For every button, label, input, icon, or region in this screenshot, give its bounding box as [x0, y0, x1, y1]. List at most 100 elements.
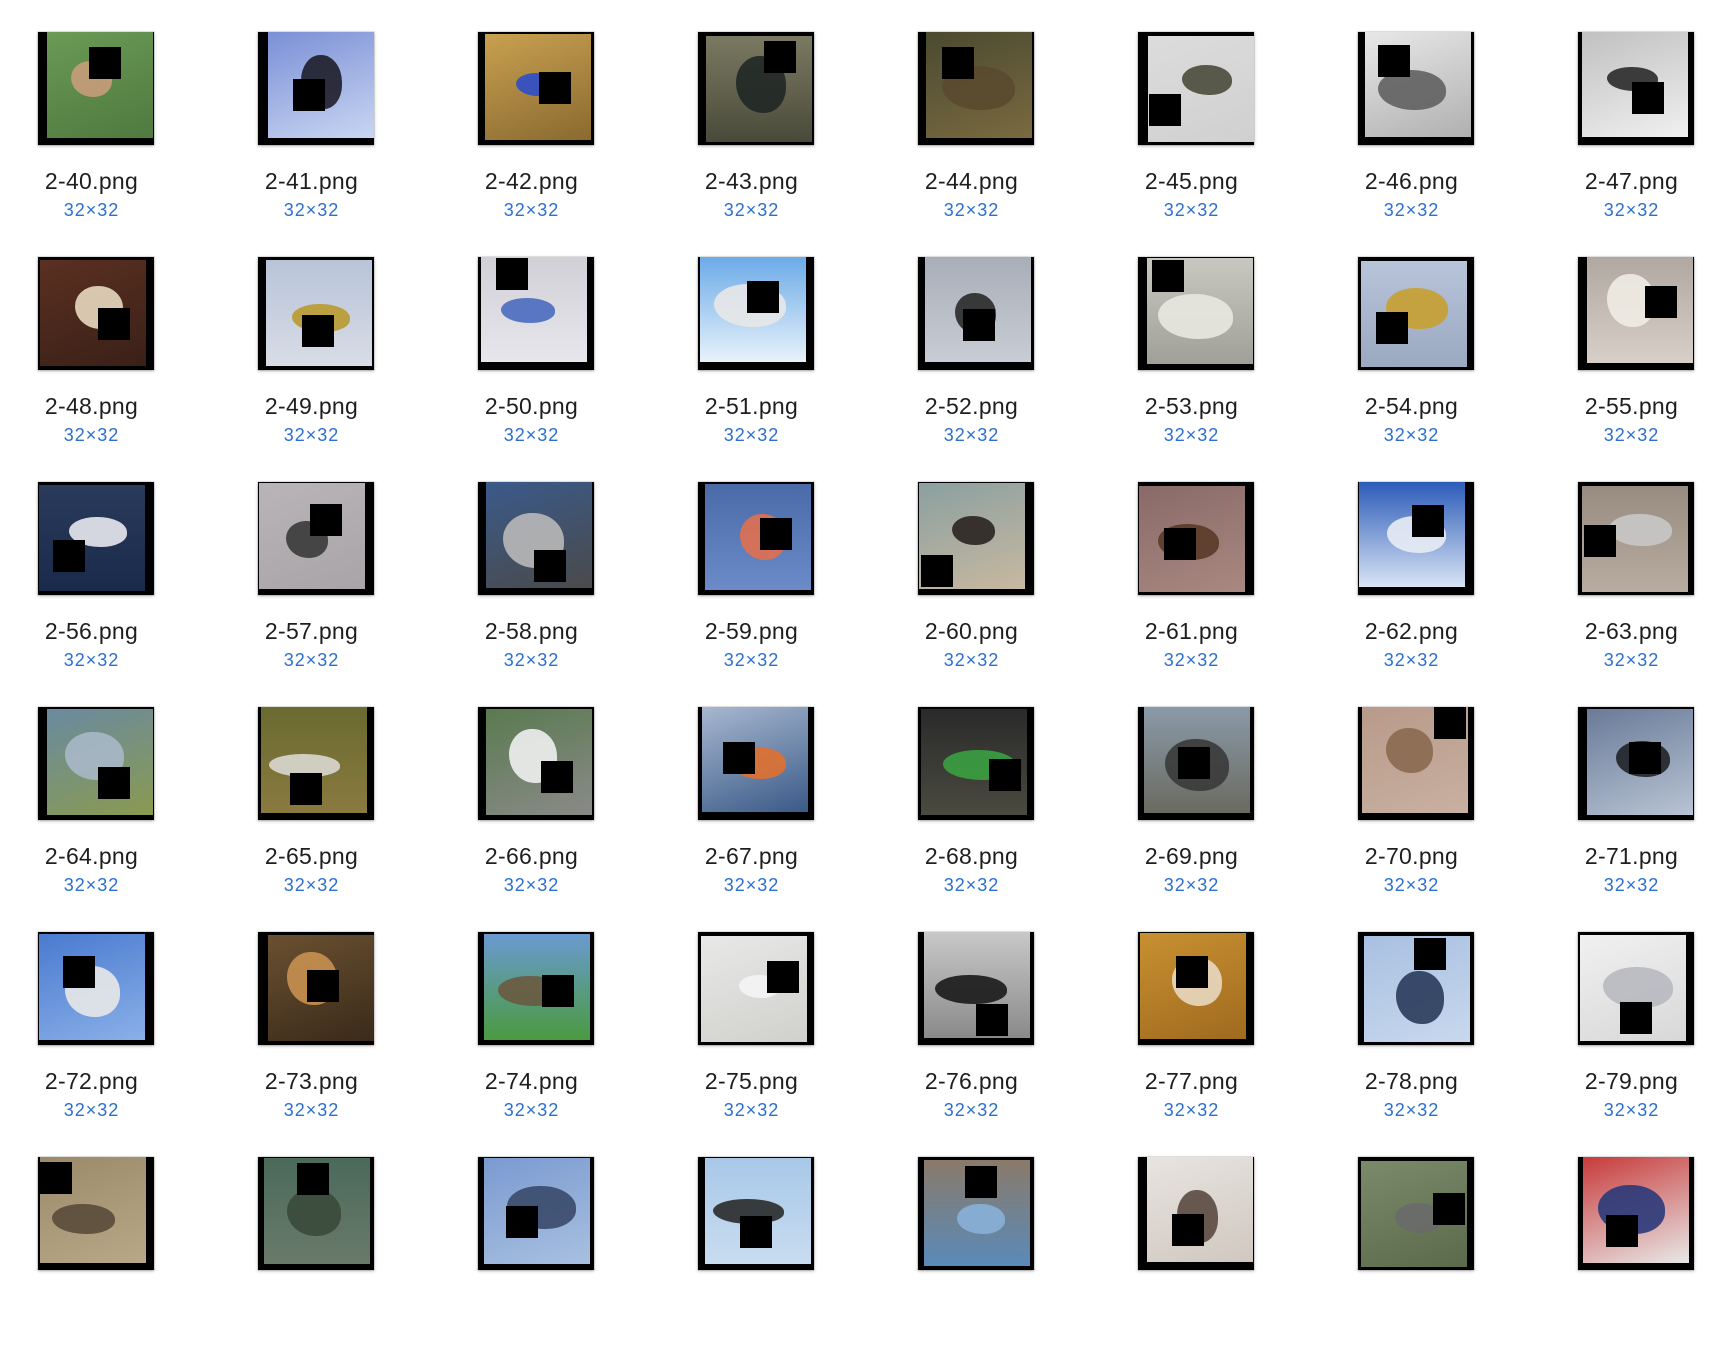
file-thumbnail[interactable]: [1138, 32, 1254, 145]
file-thumbnail[interactable]: [478, 932, 594, 1045]
file-thumbnail[interactable]: [698, 482, 814, 595]
file-item[interactable]: 2-70.png 32×32: [1320, 675, 1540, 900]
file-item[interactable]: [220, 1125, 440, 1350]
file-item[interactable]: 2-42.png 32×32: [440, 0, 660, 225]
file-name[interactable]: 2-47.png: [1540, 168, 1716, 195]
file-thumbnail[interactable]: [918, 707, 1034, 820]
file-item[interactable]: 2-49.png 32×32: [220, 225, 440, 450]
file-name[interactable]: 2-61.png: [1100, 618, 1283, 645]
file-thumbnail[interactable]: [918, 932, 1034, 1045]
file-item[interactable]: 2-79.png 32×32: [1540, 900, 1716, 1125]
file-item[interactable]: 2-75.png 32×32: [660, 900, 880, 1125]
file-item[interactable]: 2-68.png 32×32: [880, 675, 1100, 900]
file-thumbnail[interactable]: [478, 482, 594, 595]
file-name[interactable]: 2-70.png: [1320, 843, 1503, 870]
file-item[interactable]: 2-60.png 32×32: [880, 450, 1100, 675]
file-name[interactable]: 2-46.png: [1320, 168, 1503, 195]
file-thumbnail[interactable]: [1138, 482, 1254, 595]
file-item[interactable]: 2-63.png 32×32: [1540, 450, 1716, 675]
file-name[interactable]: 2-69.png: [1100, 843, 1283, 870]
file-item[interactable]: 2-57.png 32×32: [220, 450, 440, 675]
file-thumbnail[interactable]: [1578, 707, 1694, 820]
file-thumbnail[interactable]: [1138, 257, 1254, 370]
file-thumbnail[interactable]: [38, 1157, 154, 1270]
file-item[interactable]: 2-62.png 32×32: [1320, 450, 1540, 675]
file-name[interactable]: 2-52.png: [880, 393, 1063, 420]
file-name[interactable]: 2-53.png: [1100, 393, 1283, 420]
file-thumbnail[interactable]: [698, 707, 814, 820]
file-thumbnail[interactable]: [38, 257, 154, 370]
file-name[interactable]: 2-40.png: [0, 168, 183, 195]
file-item[interactable]: 2-72.png 32×32: [0, 900, 220, 1125]
file-thumbnail[interactable]: [258, 482, 374, 595]
file-item[interactable]: 2-65.png 32×32: [220, 675, 440, 900]
file-name[interactable]: 2-48.png: [0, 393, 183, 420]
file-name[interactable]: 2-78.png: [1320, 1068, 1503, 1095]
file-thumbnail[interactable]: [478, 1157, 594, 1270]
file-item[interactable]: 2-59.png 32×32: [660, 450, 880, 675]
file-thumbnail[interactable]: [1358, 932, 1474, 1045]
file-item[interactable]: [880, 1125, 1100, 1350]
file-name[interactable]: 2-62.png: [1320, 618, 1503, 645]
file-name[interactable]: 2-51.png: [660, 393, 843, 420]
file-item[interactable]: 2-44.png 32×32: [880, 0, 1100, 225]
file-item[interactable]: 2-41.png 32×32: [220, 0, 440, 225]
file-item[interactable]: 2-52.png 32×32: [880, 225, 1100, 450]
file-name[interactable]: 2-42.png: [440, 168, 623, 195]
file-name[interactable]: 2-59.png: [660, 618, 843, 645]
file-thumbnail[interactable]: [918, 32, 1034, 145]
file-thumbnail[interactable]: [1358, 1157, 1474, 1270]
file-name[interactable]: 2-54.png: [1320, 393, 1503, 420]
file-thumbnail[interactable]: [918, 1157, 1034, 1270]
file-name[interactable]: 2-71.png: [1540, 843, 1716, 870]
file-item[interactable]: 2-78.png 32×32: [1320, 900, 1540, 1125]
file-item[interactable]: [660, 1125, 880, 1350]
file-thumbnail[interactable]: [1578, 1157, 1694, 1270]
file-item[interactable]: 2-45.png 32×32: [1100, 0, 1320, 225]
file-item[interactable]: 2-43.png 32×32: [660, 0, 880, 225]
file-item[interactable]: [0, 1125, 220, 1350]
file-name[interactable]: 2-43.png: [660, 168, 843, 195]
file-name[interactable]: 2-76.png: [880, 1068, 1063, 1095]
file-thumbnail[interactable]: [1138, 707, 1254, 820]
file-name[interactable]: 2-45.png: [1100, 168, 1283, 195]
file-name[interactable]: 2-56.png: [0, 618, 183, 645]
file-item[interactable]: 2-76.png 32×32: [880, 900, 1100, 1125]
file-item[interactable]: 2-55.png 32×32: [1540, 225, 1716, 450]
file-item[interactable]: 2-48.png 32×32: [0, 225, 220, 450]
file-thumbnail[interactable]: [698, 257, 814, 370]
file-thumbnail[interactable]: [1578, 32, 1694, 145]
file-item[interactable]: 2-66.png 32×32: [440, 675, 660, 900]
file-thumbnail[interactable]: [1138, 932, 1254, 1045]
file-item[interactable]: 2-73.png 32×32: [220, 900, 440, 1125]
file-name[interactable]: 2-79.png: [1540, 1068, 1716, 1095]
file-thumbnail[interactable]: [38, 482, 154, 595]
file-thumbnail[interactable]: [698, 932, 814, 1045]
file-item[interactable]: [440, 1125, 660, 1350]
file-item[interactable]: 2-40.png 32×32: [0, 0, 220, 225]
file-item[interactable]: 2-56.png 32×32: [0, 450, 220, 675]
file-thumbnail[interactable]: [1578, 482, 1694, 595]
file-name[interactable]: 2-50.png: [440, 393, 623, 420]
file-thumbnail[interactable]: [38, 707, 154, 820]
file-thumbnail[interactable]: [918, 482, 1034, 595]
file-item[interactable]: 2-54.png 32×32: [1320, 225, 1540, 450]
file-thumbnail[interactable]: [258, 932, 374, 1045]
file-item[interactable]: 2-71.png 32×32: [1540, 675, 1716, 900]
file-thumbnail[interactable]: [918, 257, 1034, 370]
file-thumbnail[interactable]: [38, 32, 154, 145]
file-thumbnail[interactable]: [1138, 1157, 1254, 1270]
file-item[interactable]: [1320, 1125, 1540, 1350]
file-thumbnail[interactable]: [1358, 257, 1474, 370]
file-thumbnail[interactable]: [1578, 257, 1694, 370]
file-name[interactable]: 2-68.png: [880, 843, 1063, 870]
file-name[interactable]: 2-67.png: [660, 843, 843, 870]
file-name[interactable]: 2-60.png: [880, 618, 1063, 645]
file-name[interactable]: 2-41.png: [220, 168, 403, 195]
file-item[interactable]: [1540, 1125, 1716, 1350]
file-item[interactable]: 2-69.png 32×32: [1100, 675, 1320, 900]
file-thumbnail[interactable]: [1358, 482, 1474, 595]
file-thumbnail[interactable]: [258, 707, 374, 820]
file-item[interactable]: 2-50.png 32×32: [440, 225, 660, 450]
file-item[interactable]: 2-47.png 32×32: [1540, 0, 1716, 225]
